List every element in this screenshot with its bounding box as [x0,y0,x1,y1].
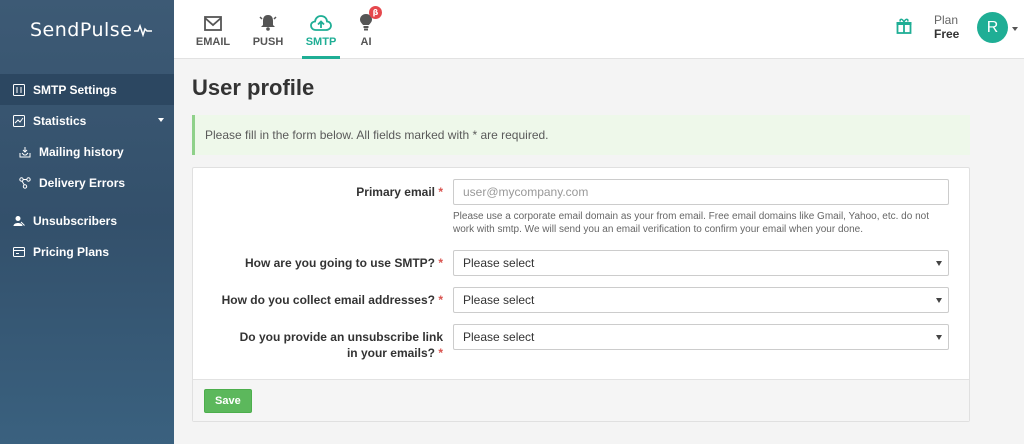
sidebar-item-label: Unsubscribers [33,213,118,228]
dropdown-arrow-icon [936,298,942,303]
save-button[interactable]: Save [204,388,252,413]
cloud-upload-icon [310,11,332,31]
sidebar-item-label: Statistics [33,113,87,128]
select-value: Please select [463,293,535,307]
form-row-email: Primary email * Please use a corporate e… [193,179,969,236]
sidebar-item-smtp-settings[interactable]: SMTP Settings [0,74,174,105]
collect-label: How do you collect email addresses? * [221,293,443,307]
sidebar-item-label: Delivery Errors [39,175,126,190]
user-profile-form: Primary email * Please use a corporate e… [192,167,970,422]
required-mark: * [438,185,443,199]
unsubscribe-label: Do you provide an unsubscribe link in yo… [239,330,443,360]
sidebar-nav: SMTP Settings Statistics Mailing history… [0,74,174,267]
plan-indicator[interactable]: Plan Free [934,13,959,41]
usage-label: How are you going to use SMTP? * [244,256,443,270]
chevron-down-icon[interactable] [1012,27,1018,31]
logo[interactable]: SendPulse [0,0,174,60]
sidebar-item-label: Pricing Plans [33,244,110,259]
sidebar-item-unsubscribers[interactable]: Unsubscribers [0,205,174,236]
form-footer: Save [193,379,969,421]
required-mark: * [438,256,443,270]
tab-email[interactable]: EMAIL [196,0,230,59]
unsubscribe-select[interactable]: Please select [453,324,949,350]
gift-icon[interactable] [896,18,912,39]
main-content: User profile Please fill in the form bel… [192,60,970,422]
plan-label: Plan [934,13,959,27]
sidebar-item-label: SMTP Settings [33,82,117,97]
usage-select[interactable]: Please select [453,250,949,276]
sidebar: SendPulse SMTP Settings Statistics Maili… [0,0,174,444]
form-row-usage: How are you going to use SMTP? * Please … [193,250,969,276]
brand-name: SendPulse [30,19,133,41]
chart-icon [13,114,25,127]
avatar[interactable]: R [977,12,1008,43]
required-mark: * [438,293,443,307]
page-title: User profile [192,75,315,100]
select-value: Please select [463,330,535,344]
collect-select[interactable]: Please select [453,287,949,313]
sidebar-item-pricing-plans[interactable]: Pricing Plans [0,236,174,267]
form-row-collect: How do you collect email addresses? * Pl… [193,287,969,313]
bell-icon [259,11,277,31]
select-value: Please select [463,256,535,270]
email-help-text: Please use a corporate email domain as y… [453,211,929,235]
sliders-icon [13,83,25,96]
beta-badge: β [369,6,382,19]
tab-smtp[interactable]: SMTP [302,0,340,59]
dropdown-arrow-icon [936,261,942,266]
tab-label: AI [360,36,372,48]
inbox-icon [19,146,31,158]
tab-label: EMAIL [195,36,231,48]
user-remove-icon [13,215,25,227]
tab-label: PUSH [252,36,284,48]
required-mark: * [438,346,443,360]
envelope-icon [204,11,222,31]
tab-label: SMTP [305,36,337,48]
sidebar-item-delivery-errors[interactable]: Delivery Errors [0,167,174,198]
tab-push[interactable]: PUSH [252,0,284,59]
form-row-unsubscribe: Do you provide an unsubscribe link in yo… [193,324,969,361]
tab-ai[interactable]: AI β [358,0,382,59]
pricing-icon [13,246,25,258]
top-bar: EMAIL PUSH SMTP AI β Plan Free R [174,0,1024,59]
network-icon [19,176,31,189]
email-label: Primary email * [356,185,443,199]
sidebar-item-statistics[interactable]: Statistics [0,105,174,136]
sidebar-item-label: Mailing history [39,144,124,159]
info-notice: Please fill in the form below. All field… [192,115,970,155]
plan-value: Free [934,27,960,41]
pulse-icon [134,23,153,37]
sidebar-item-mailing-history[interactable]: Mailing history [0,136,174,167]
dropdown-arrow-icon [936,335,942,340]
email-field[interactable] [453,179,949,205]
chevron-down-icon [158,118,164,122]
